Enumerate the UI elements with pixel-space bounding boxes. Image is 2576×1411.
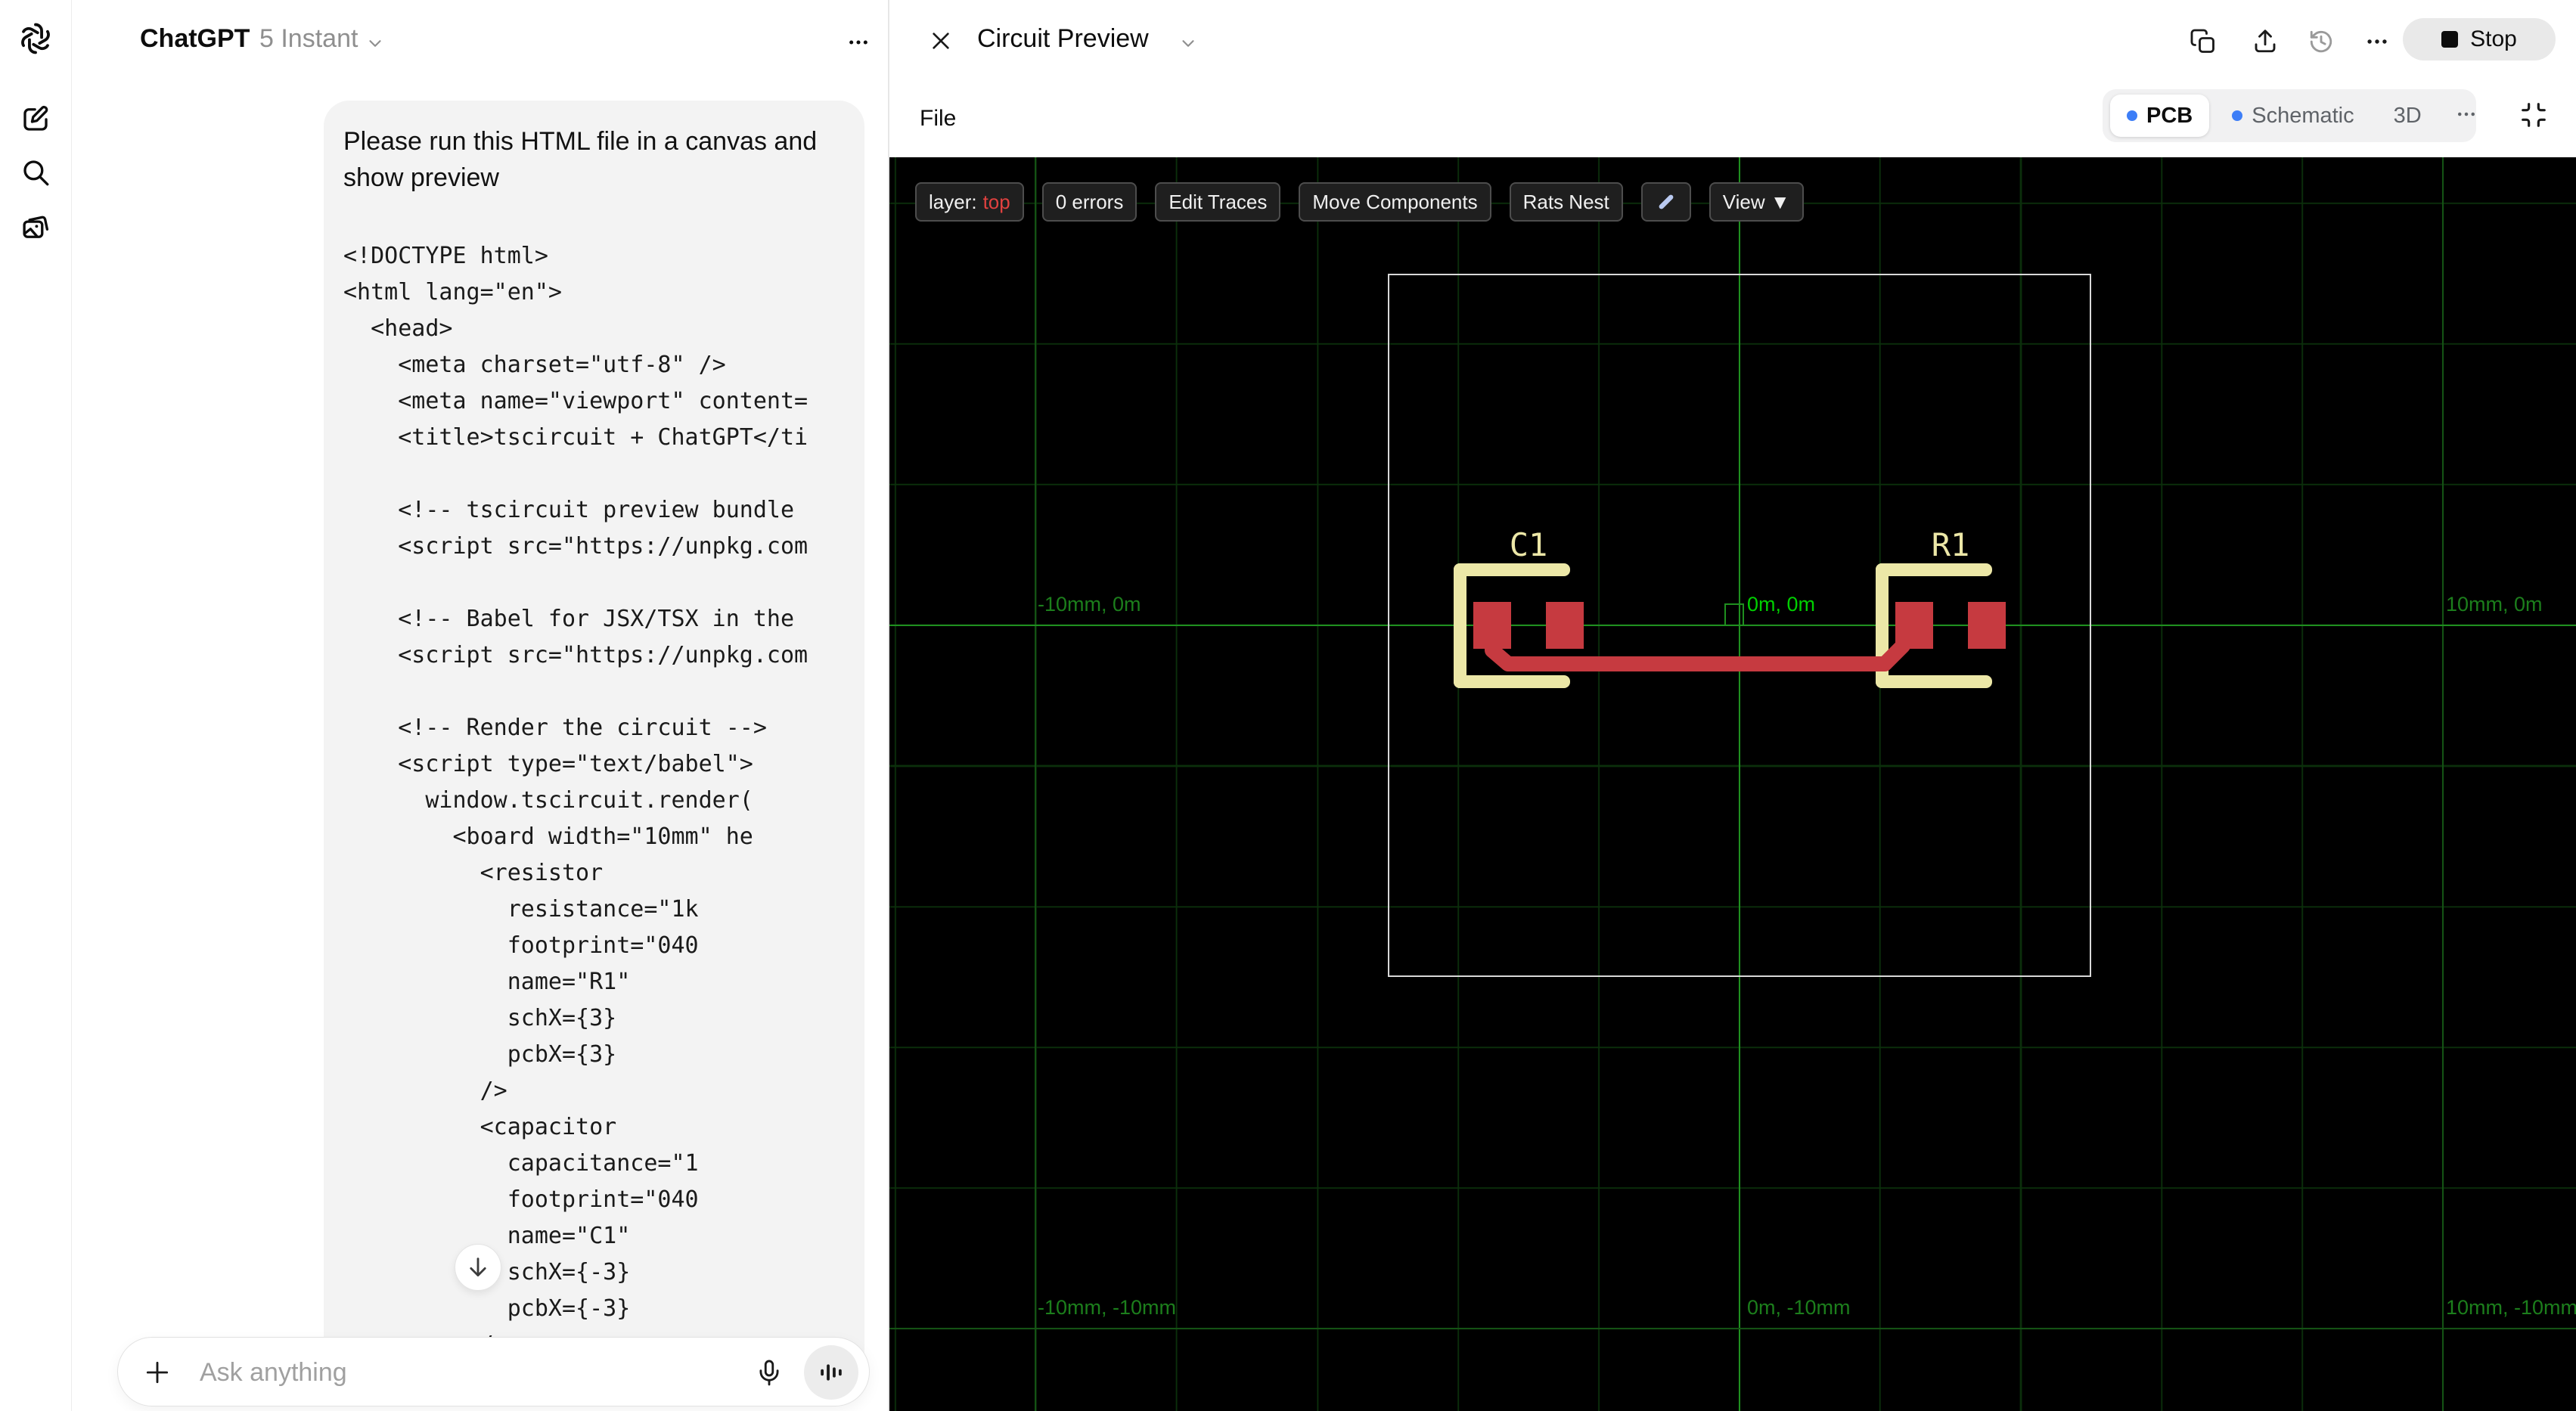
canvas-panel: Circuit Preview Stop File PCB Schematic … xyxy=(889,0,2576,1411)
brand-title: ChatGPT xyxy=(140,24,250,53)
code-line: <title>tscircuit + ChatGPT</ti xyxy=(343,424,808,451)
voice-mode-icon[interactable] xyxy=(804,1345,858,1400)
code-line: <meta charset="utf-8" /> xyxy=(343,352,726,378)
code-line: <script src="https://unpkg.com xyxy=(343,642,808,668)
pencil-tool-button[interactable] xyxy=(1640,182,1691,222)
code-line: pcbX={3} xyxy=(343,1041,617,1068)
canvas-title[interactable]: Circuit Preview xyxy=(977,24,1149,54)
code-line: capacitance="1 xyxy=(343,1150,699,1177)
code-line: <!DOCTYPE html> xyxy=(343,243,548,269)
app-sidebar xyxy=(0,0,72,1411)
share-icon[interactable] xyxy=(2249,26,2281,57)
tab-pcb-label: PCB xyxy=(2146,103,2193,128)
code-line: footprint="040 xyxy=(343,1186,699,1213)
more-tabs-icon[interactable] xyxy=(2444,103,2488,129)
collapse-canvas-icon[interactable] xyxy=(2517,98,2550,132)
library-icon[interactable] xyxy=(18,210,53,245)
coord-origin: 0m, 0m xyxy=(1747,593,1816,616)
move-components-button[interactable]: Move Components xyxy=(1299,182,1491,222)
user-message-bubble: Please run this HTML file in a canvas an… xyxy=(324,101,864,1376)
chat-panel: ChatGPT 5 Instant Please run this HTML f… xyxy=(72,0,888,1411)
code-line: <resistor xyxy=(343,860,604,886)
coord-bottom-left: -10mm, -10mm xyxy=(1038,1296,1177,1319)
code-line: schX={-3} xyxy=(507,1259,631,1285)
model-name[interactable]: 5 Instant xyxy=(259,24,358,54)
code-line: <script type="text/babel"> xyxy=(343,751,753,777)
pcb-viewport[interactable]: C1 R1 0m, 0m -10mm, 0m 10mm, 0m -10mm, -… xyxy=(889,157,2576,1411)
rats-nest-button[interactable]: Rats Nest xyxy=(1509,182,1623,222)
chevron-down-icon xyxy=(365,33,385,57)
origin-marker xyxy=(1724,603,1744,626)
code-line: /> xyxy=(343,1078,507,1104)
chat-header: ChatGPT 5 Instant xyxy=(72,0,888,79)
layer-value: top xyxy=(982,190,1010,213)
code-line: <!-- Render the circuit --> xyxy=(343,715,767,741)
code-line: <meta name="viewport" content= xyxy=(343,388,808,414)
coord-left-axis: -10mm, 0m xyxy=(1038,593,1141,616)
pcb-dot-icon xyxy=(2127,110,2137,121)
tab-3d[interactable]: 3D xyxy=(2377,95,2438,137)
coord-right-axis: 10mm, 0m xyxy=(2446,593,2543,616)
message-composer[interactable]: Ask anything xyxy=(117,1337,870,1406)
copper-trace[interactable] xyxy=(889,157,2576,1411)
scroll-to-bottom-button[interactable] xyxy=(455,1244,501,1291)
close-canvas-icon[interactable] xyxy=(926,26,956,56)
code-block: <!DOCTYPE html> <html lang="en"> <head> <… xyxy=(343,238,845,1363)
layer-label: layer: xyxy=(929,190,977,213)
stop-button[interactable]: Stop xyxy=(2403,18,2556,60)
file-menu[interactable]: File xyxy=(920,106,956,132)
coord-bottom-center: 0m, -10mm xyxy=(1747,1296,1851,1319)
code-line: name="C1" xyxy=(343,1223,631,1249)
pencil-icon xyxy=(1659,194,1674,209)
history-icon[interactable] xyxy=(2305,26,2337,57)
chevron-down-icon xyxy=(1178,33,1198,57)
tab-pcb[interactable]: PCB xyxy=(2110,95,2210,137)
code-line: <head> xyxy=(343,315,453,342)
code-line: <board width="10mm" he xyxy=(343,823,753,850)
openai-logo-icon xyxy=(18,21,53,56)
code-line: name="R1" xyxy=(343,969,631,995)
code-line: pcbX={-3} xyxy=(343,1295,631,1322)
composer-placeholder[interactable]: Ask anything xyxy=(200,1358,347,1388)
tab-3d-label: 3D xyxy=(2393,103,2422,128)
user-message-text: Please run this HTML file in a canvas an… xyxy=(343,127,818,192)
code-line: <!-- tscircuit preview bundle xyxy=(343,497,795,523)
code-line: schX={3} xyxy=(343,1005,617,1031)
new-chat-icon[interactable] xyxy=(18,101,53,136)
edit-traces-button[interactable]: Edit Traces xyxy=(1155,182,1281,222)
coord-bottom-right: 10mm, -10mm xyxy=(2446,1296,2576,1319)
microphone-icon[interactable] xyxy=(753,1356,786,1389)
code-line: <!-- Babel for JSX/TSX in the xyxy=(343,606,795,632)
tab-schematic[interactable]: Schematic xyxy=(2215,95,2370,137)
code-line: <capacitor xyxy=(343,1114,617,1140)
chat-options-icon[interactable] xyxy=(843,27,874,57)
view-dropdown-button[interactable]: View ▼ xyxy=(1709,182,1804,222)
code-line: resistance="1k xyxy=(343,896,699,923)
pcb-toolbar: layer: top 0 errors Edit Traces Move Com… xyxy=(915,182,1804,222)
copy-icon[interactable] xyxy=(2187,26,2219,57)
stop-square-icon xyxy=(2441,31,2459,48)
code-line: footprint="040 xyxy=(343,932,699,959)
code-line: window.tscircuit.render( xyxy=(343,787,753,814)
canvas-options-icon[interactable] xyxy=(2361,26,2393,57)
search-icon[interactable] xyxy=(18,155,53,190)
code-line: <html lang="en"> xyxy=(343,279,562,305)
errors-button[interactable]: 0 errors xyxy=(1041,182,1137,222)
attach-plus-icon[interactable] xyxy=(141,1356,174,1389)
code-line: <script src="https://unpkg.com xyxy=(343,533,808,560)
stop-label: Stop xyxy=(2470,26,2517,51)
view-tabs: PCB Schematic 3D xyxy=(2103,89,2476,142)
schematic-dot-icon xyxy=(2232,110,2243,121)
layer-button[interactable]: layer: top xyxy=(915,182,1024,222)
tab-schematic-label: Schematic xyxy=(2252,103,2354,128)
